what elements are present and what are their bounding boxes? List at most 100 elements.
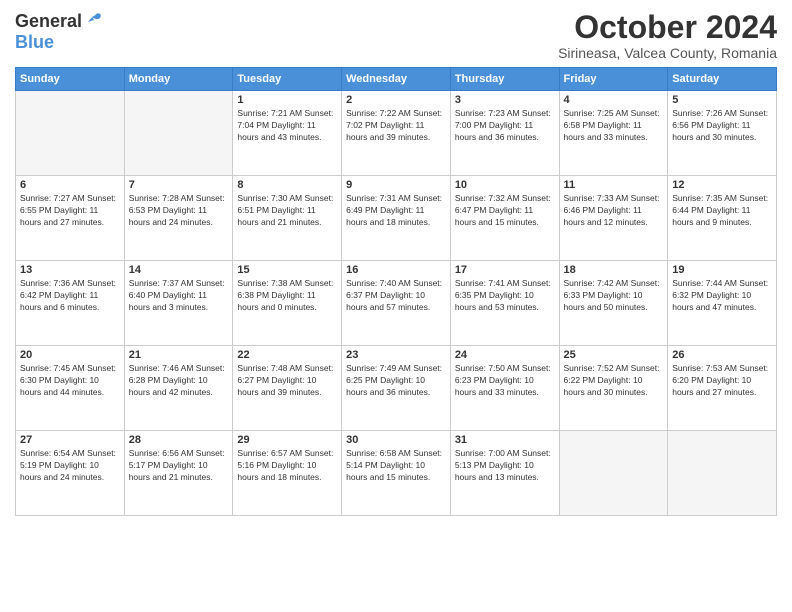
day-number: 30 — [346, 434, 446, 446]
day-info: Sunrise: 6:54 AM Sunset: 5:19 PM Dayligh… — [20, 448, 120, 484]
table-row: 1 Sunrise: 7:21 AM Sunset: 7:04 PM Daylig… — [233, 91, 342, 176]
day-info: Sunrise: 7:52 AM Sunset: 6:22 PM Dayligh… — [564, 363, 664, 399]
calendar-week-row: 27 Sunrise: 6:54 AM Sunset: 5:19 PM Dayli… — [16, 431, 777, 516]
logo-bird-icon — [82, 10, 104, 32]
col-tuesday: Tuesday — [233, 68, 342, 91]
day-number: 4 — [564, 94, 664, 106]
logo-general: General — [15, 11, 82, 32]
col-saturday: Saturday — [668, 68, 777, 91]
day-number: 29 — [237, 434, 337, 446]
day-info: Sunrise: 7:31 AM Sunset: 6:49 PM Dayligh… — [346, 193, 446, 229]
day-info: Sunrise: 7:27 AM Sunset: 6:55 PM Dayligh… — [20, 193, 120, 229]
day-number: 24 — [455, 349, 555, 361]
month-title: October 2024 — [558, 10, 777, 45]
day-info: Sunrise: 7:36 AM Sunset: 6:42 PM Dayligh… — [20, 278, 120, 314]
day-info: Sunrise: 7:53 AM Sunset: 6:20 PM Dayligh… — [672, 363, 772, 399]
table-row: 10 Sunrise: 7:32 AM Sunset: 6:47 PM Dayli… — [450, 176, 559, 261]
col-friday: Friday — [559, 68, 668, 91]
day-info: Sunrise: 7:50 AM Sunset: 6:23 PM Dayligh… — [455, 363, 555, 399]
day-info: Sunrise: 7:44 AM Sunset: 6:32 PM Dayligh… — [672, 278, 772, 314]
day-info: Sunrise: 7:38 AM Sunset: 6:38 PM Dayligh… — [237, 278, 337, 314]
logo: General Blue — [15, 10, 104, 53]
table-row: 25 Sunrise: 7:52 AM Sunset: 6:22 PM Dayli… — [559, 346, 668, 431]
table-row: 4 Sunrise: 7:25 AM Sunset: 6:58 PM Daylig… — [559, 91, 668, 176]
table-row: 15 Sunrise: 7:38 AM Sunset: 6:38 PM Dayli… — [233, 261, 342, 346]
col-sunday: Sunday — [16, 68, 125, 91]
day-number: 5 — [672, 94, 772, 106]
table-row: 13 Sunrise: 7:36 AM Sunset: 6:42 PM Dayli… — [16, 261, 125, 346]
table-row: 22Sunrise: 7:48 AM Sunset: 6:27 PM Dayli… — [233, 346, 342, 431]
day-number: 16 — [346, 264, 446, 276]
day-number: 12 — [672, 179, 772, 191]
table-row: 9 Sunrise: 7:31 AM Sunset: 6:49 PM Daylig… — [342, 176, 451, 261]
table-row: 23 Sunrise: 7:49 AM Sunset: 6:25 PM Dayli… — [342, 346, 451, 431]
table-row: 12Sunrise: 7:35 AM Sunset: 6:44 PM Dayli… — [668, 176, 777, 261]
calendar-week-row: 6 Sunrise: 7:27 AM Sunset: 6:55 PM Daylig… — [16, 176, 777, 261]
table-row: 6 Sunrise: 7:27 AM Sunset: 6:55 PM Daylig… — [16, 176, 125, 261]
day-info: Sunrise: 7:40 AM Sunset: 6:37 PM Dayligh… — [346, 278, 446, 314]
day-number: 6 — [20, 179, 120, 191]
day-number: 2 — [346, 94, 446, 106]
table-row: 2Sunrise: 7:22 AM Sunset: 7:02 PM Daylig… — [342, 91, 451, 176]
day-number: 10 — [455, 179, 555, 191]
table-row: 18 Sunrise: 7:42 AM Sunset: 6:33 PM Dayli… — [559, 261, 668, 346]
day-info: Sunrise: 7:25 AM Sunset: 6:58 PM Dayligh… — [564, 108, 664, 144]
table-row: 27 Sunrise: 6:54 AM Sunset: 5:19 PM Dayli… — [16, 431, 125, 516]
day-number: 11 — [564, 179, 664, 191]
day-number: 13 — [20, 264, 120, 276]
table-row — [559, 431, 668, 516]
day-number: 1 — [237, 94, 337, 106]
day-number: 15 — [237, 264, 337, 276]
table-row: 20Sunrise: 7:45 AM Sunset: 6:30 PM Dayli… — [16, 346, 125, 431]
day-number: 18 — [564, 264, 664, 276]
day-number: 26 — [672, 349, 772, 361]
day-info: Sunrise: 7:28 AM Sunset: 6:53 PM Dayligh… — [129, 193, 229, 229]
table-row: 30 Sunrise: 6:58 AM Sunset: 5:14 PM Dayli… — [342, 431, 451, 516]
table-row: 16 Sunrise: 7:40 AM Sunset: 6:37 PM Dayli… — [342, 261, 451, 346]
col-thursday: Thursday — [450, 68, 559, 91]
calendar-week-row: 20Sunrise: 7:45 AM Sunset: 6:30 PM Dayli… — [16, 346, 777, 431]
table-row: 17Sunrise: 7:41 AM Sunset: 6:35 PM Dayli… — [450, 261, 559, 346]
day-info: Sunrise: 7:42 AM Sunset: 6:33 PM Dayligh… — [564, 278, 664, 314]
day-number: 8 — [237, 179, 337, 191]
day-info: Sunrise: 7:33 AM Sunset: 6:46 PM Dayligh… — [564, 193, 664, 229]
table-row: 7 Sunrise: 7:28 AM Sunset: 6:53 PM Daylig… — [124, 176, 233, 261]
day-info: Sunrise: 7:32 AM Sunset: 6:47 PM Dayligh… — [455, 193, 555, 229]
calendar-week-row: 13 Sunrise: 7:36 AM Sunset: 6:42 PM Dayli… — [16, 261, 777, 346]
page-header: General Blue October 2024 Sirineasa, Val… — [15, 10, 777, 61]
table-row: 19 Sunrise: 7:44 AM Sunset: 6:32 PM Dayli… — [668, 261, 777, 346]
table-row: 28 Sunrise: 6:56 AM Sunset: 5:17 PM Dayli… — [124, 431, 233, 516]
location-subtitle: Sirineasa, Valcea County, Romania — [558, 45, 777, 61]
col-monday: Monday — [124, 68, 233, 91]
day-number: 7 — [129, 179, 229, 191]
day-info: Sunrise: 7:26 AM Sunset: 6:56 PM Dayligh… — [672, 108, 772, 144]
day-info: Sunrise: 7:37 AM Sunset: 6:40 PM Dayligh… — [129, 278, 229, 314]
calendar-header-row: Sunday Monday Tuesday Wednesday Thursday… — [16, 68, 777, 91]
day-number: 9 — [346, 179, 446, 191]
day-number: 17 — [455, 264, 555, 276]
day-info: Sunrise: 7:48 AM Sunset: 6:27 PM Dayligh… — [237, 363, 337, 399]
calendar-table: Sunday Monday Tuesday Wednesday Thursday… — [15, 67, 777, 516]
day-info: Sunrise: 7:49 AM Sunset: 6:25 PM Dayligh… — [346, 363, 446, 399]
day-info: Sunrise: 7:45 AM Sunset: 6:30 PM Dayligh… — [20, 363, 120, 399]
calendar-week-row: 1 Sunrise: 7:21 AM Sunset: 7:04 PM Daylig… — [16, 91, 777, 176]
day-number: 28 — [129, 434, 229, 446]
table-row: 3Sunrise: 7:23 AM Sunset: 7:00 PM Daylig… — [450, 91, 559, 176]
day-info: Sunrise: 6:58 AM Sunset: 5:14 PM Dayligh… — [346, 448, 446, 484]
day-info: Sunrise: 7:21 AM Sunset: 7:04 PM Dayligh… — [237, 108, 337, 144]
table-row: 14Sunrise: 7:37 AM Sunset: 6:40 PM Dayli… — [124, 261, 233, 346]
table-row: 24 Sunrise: 7:50 AM Sunset: 6:23 PM Dayli… — [450, 346, 559, 431]
table-row: 29Sunrise: 6:57 AM Sunset: 5:16 PM Dayli… — [233, 431, 342, 516]
logo-blue: Blue — [15, 32, 54, 52]
day-number: 23 — [346, 349, 446, 361]
day-number: 31 — [455, 434, 555, 446]
day-number: 27 — [20, 434, 120, 446]
table-row: 11 Sunrise: 7:33 AM Sunset: 6:46 PM Dayli… — [559, 176, 668, 261]
day-info: Sunrise: 6:56 AM Sunset: 5:17 PM Dayligh… — [129, 448, 229, 484]
day-info: Sunrise: 7:46 AM Sunset: 6:28 PM Dayligh… — [129, 363, 229, 399]
day-info: Sunrise: 7:00 AM Sunset: 5:13 PM Dayligh… — [455, 448, 555, 484]
day-number: 19 — [672, 264, 772, 276]
col-wednesday: Wednesday — [342, 68, 451, 91]
table-row — [124, 91, 233, 176]
day-number: 25 — [564, 349, 664, 361]
